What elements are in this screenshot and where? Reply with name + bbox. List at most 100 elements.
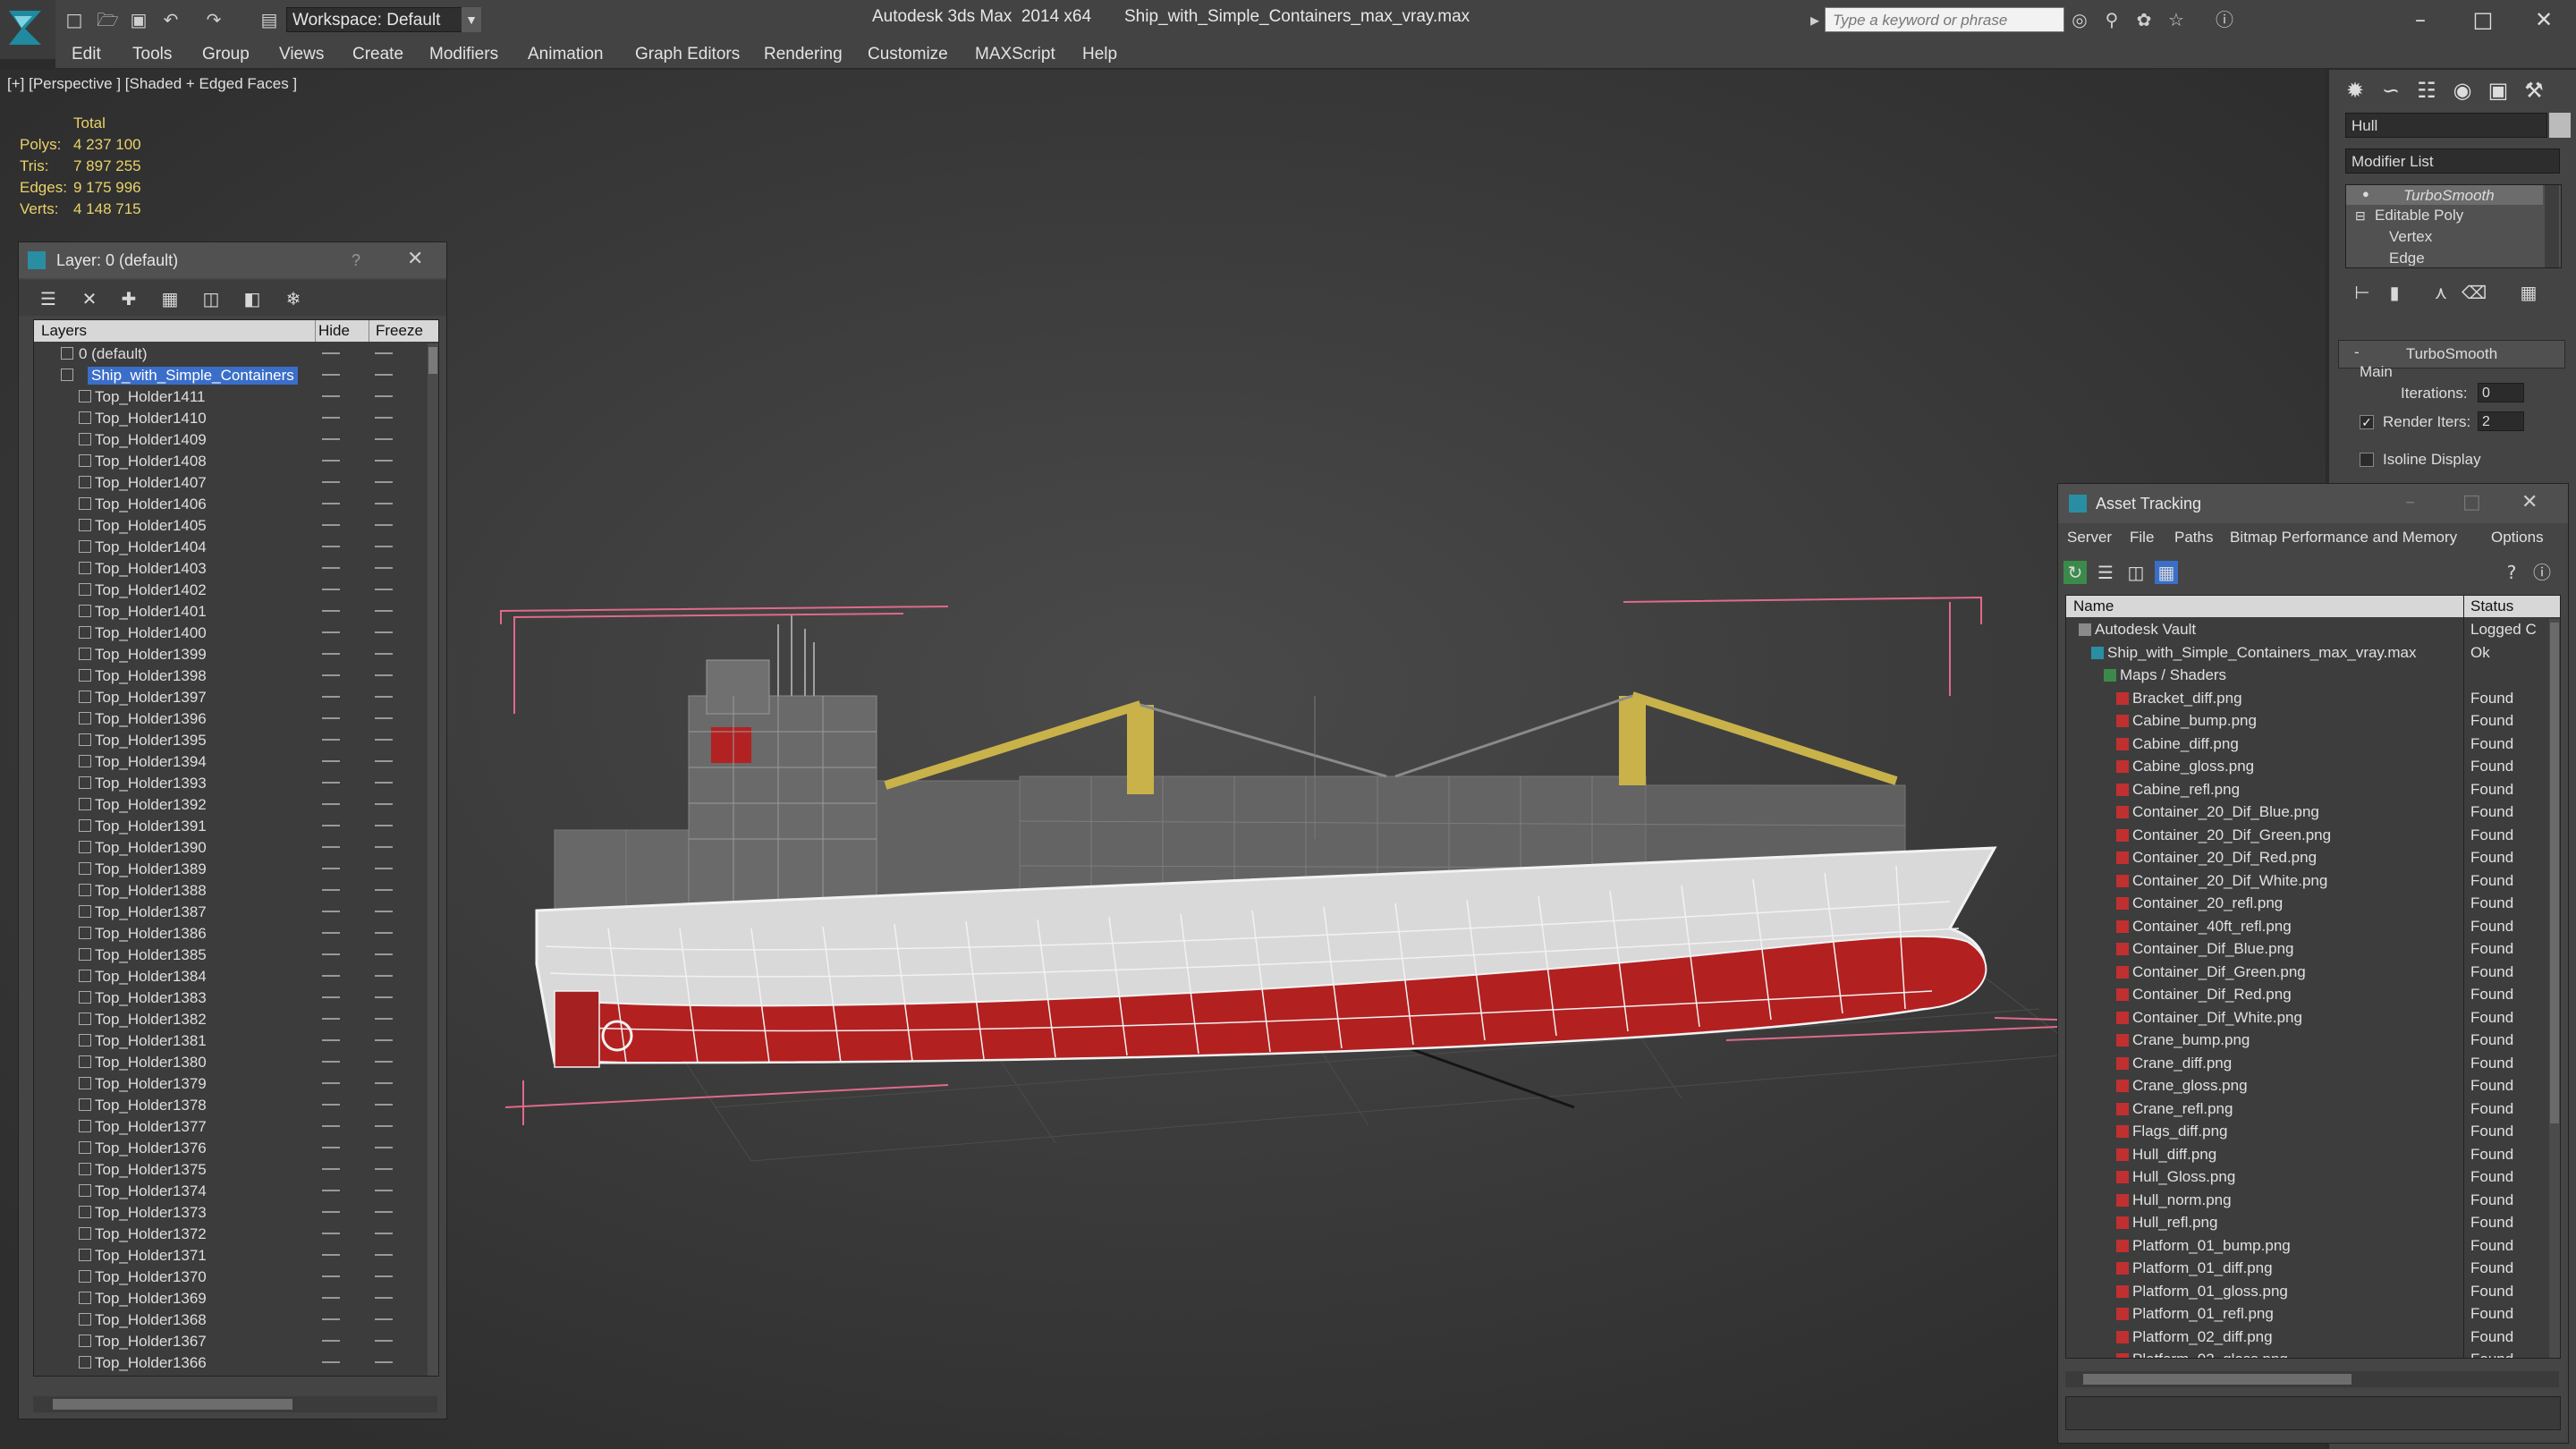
asset-row[interactable]: Flags_diff.png Found	[2066, 1121, 2549, 1144]
freeze-toggle[interactable]	[375, 1254, 393, 1256]
layer-row[interactable]: Top_Holder1377	[34, 1116, 428, 1138]
layer-row[interactable]: Top_Holder1367	[34, 1331, 428, 1352]
hide-toggle[interactable]	[322, 1018, 340, 1020]
layer-row[interactable]: Top_Holder1401	[34, 601, 428, 623]
freeze-toggle[interactable]	[375, 739, 393, 741]
search-input[interactable]: Type a keyword or phrase	[1825, 7, 2064, 32]
asset-row[interactable]: Cabine_bump.png Found	[2066, 710, 2549, 733]
stack-item[interactable]: TurboSmooth	[2403, 187, 2495, 205]
layer-row[interactable]: Top_Holder1402	[34, 580, 428, 601]
layer-row[interactable]: Top_Holder1371	[34, 1245, 428, 1267]
freeze-toggle[interactable]	[375, 996, 393, 998]
hide-toggle[interactable]	[322, 846, 340, 848]
thumbnail-view-icon[interactable]: ◫	[2124, 561, 2148, 584]
asset-row[interactable]: Cabine_gloss.png Found	[2066, 756, 2549, 779]
asset-row[interactable]: Crane_diff.png Found	[2066, 1053, 2549, 1076]
hide-toggle[interactable]	[322, 1211, 340, 1213]
asset-dialog-titlebar[interactable]: Asset Tracking – □ ✕	[2058, 484, 2568, 523]
asset-menu-options[interactable]: Options	[2491, 529, 2544, 547]
new-file-icon[interactable]: □	[64, 10, 84, 30]
lightbulb-icon[interactable]: ●	[2362, 187, 2369, 200]
layer-row[interactable]: Top_Holder1381	[34, 1030, 428, 1052]
hide-toggle[interactable]	[322, 438, 340, 440]
layer-row[interactable]: Top_Holder1382	[34, 1009, 428, 1030]
freeze-toggle[interactable]	[375, 932, 393, 934]
create-tab-icon[interactable]: ✹	[2340, 75, 2370, 106]
menu-create[interactable]: Create	[352, 45, 403, 64]
hide-toggle[interactable]	[322, 825, 340, 826]
close-icon[interactable]: ✕	[2521, 491, 2538, 513]
column-hide[interactable]: Hide	[318, 322, 350, 340]
asset-row[interactable]: Platform_01_diff.png Found	[2066, 1258, 2549, 1281]
help-icon[interactable]: ⓘ	[2215, 10, 2234, 30]
hide-toggle[interactable]	[322, 481, 340, 483]
hide-all-icon[interactable]: ◧	[241, 287, 264, 310]
layer-row[interactable]: Top_Holder1368	[34, 1309, 428, 1331]
asset-menu-bitmap-performance[interactable]: Bitmap Performance and Memory	[2230, 529, 2457, 547]
app-logo-button[interactable]	[0, 0, 55, 59]
hide-toggle[interactable]	[322, 1233, 340, 1234]
layer-row[interactable]: Top_Holder1376	[34, 1138, 428, 1159]
maximize-icon[interactable]: □	[2462, 491, 2481, 513]
info-icon[interactable]: ⓘ	[2530, 561, 2554, 584]
hide-toggle[interactable]	[322, 932, 340, 934]
freeze-toggle[interactable]	[375, 546, 393, 547]
menu-graph-editors[interactable]: Graph Editors	[635, 45, 740, 64]
menu-views[interactable]: Views	[279, 45, 324, 64]
layer-row[interactable]: Top_Holder1389	[34, 859, 428, 880]
remove-modifier-icon[interactable]: ⌫	[2462, 281, 2487, 304]
render-iters-checkbox[interactable]: ✓	[2360, 415, 2374, 429]
hide-toggle[interactable]	[322, 717, 340, 719]
delete-layer-icon[interactable]: ✕	[78, 287, 101, 310]
hide-toggle[interactable]	[322, 417, 340, 419]
hide-toggle[interactable]	[322, 1275, 340, 1277]
asset-row[interactable]: Bracket_diff.png Found	[2066, 688, 2549, 711]
freeze-toggle[interactable]	[375, 352, 393, 354]
freeze-toggle[interactable]	[375, 1147, 393, 1148]
asset-row[interactable]: Cabine_diff.png Found	[2066, 733, 2549, 757]
layers-stack-icon[interactable]: ☰	[37, 287, 60, 310]
hide-toggle[interactable]	[322, 1254, 340, 1256]
layer-row[interactable]: Top_Holder1398	[34, 665, 428, 687]
stack-item[interactable]: Editable Poly	[2375, 207, 2463, 225]
freeze-toggle[interactable]	[375, 1168, 393, 1170]
asset-row[interactable]: Container_Dif_Red.png Found	[2066, 984, 2549, 1007]
close-icon[interactable]: ✕	[407, 248, 423, 270]
hide-toggle[interactable]	[322, 631, 340, 633]
asset-row[interactable]: Platform_01_refl.png Found	[2066, 1303, 2549, 1326]
object-color-swatch[interactable]	[2549, 113, 2571, 138]
project-folder-icon[interactable]: ▤	[259, 10, 279, 30]
freeze-toggle[interactable]	[375, 610, 393, 612]
hide-toggle[interactable]	[322, 782, 340, 784]
menu-modifiers[interactable]: Modifiers	[429, 45, 498, 64]
highlight-layer-icon[interactable]: ◫	[199, 287, 223, 310]
freeze-toggle[interactable]	[375, 846, 393, 848]
hierarchy-tab-icon[interactable]: ☷	[2411, 75, 2442, 106]
binoculars-icon[interactable]: ◎	[2070, 10, 2089, 30]
layer-row[interactable]: Top_Holder1373	[34, 1202, 428, 1224]
asset-row[interactable]: Crane_bump.png Found	[2066, 1030, 2549, 1053]
freeze-toggle[interactable]	[375, 975, 393, 977]
hide-toggle[interactable]	[322, 996, 340, 998]
layer-row[interactable]: Top_Holder1409	[34, 429, 428, 451]
subscription-icon[interactable]: ✿	[2134, 10, 2154, 30]
asset-row[interactable]: Hull_refl.png Found	[2066, 1212, 2549, 1235]
hide-toggle[interactable]	[322, 803, 340, 805]
stack-item[interactable]: Vertex	[2389, 228, 2432, 246]
menu-animation[interactable]: Animation	[528, 45, 604, 64]
asset-row[interactable]: Cabine_refl.png Found	[2066, 779, 2549, 802]
layer-row[interactable]: Top_Holder1392	[34, 794, 428, 816]
hide-toggle[interactable]	[322, 352, 340, 354]
hide-toggle[interactable]	[322, 739, 340, 741]
freeze-toggle[interactable]	[375, 524, 393, 526]
column-status[interactable]: Status	[2470, 597, 2513, 615]
layer-row[interactable]: Top_Holder1395	[34, 730, 428, 751]
add-layer-icon[interactable]: ✚	[117, 287, 140, 310]
layer-row[interactable]: Top_Holder1374	[34, 1181, 428, 1202]
layer-row[interactable]: Top_Holder1383	[34, 987, 428, 1009]
freeze-toggle[interactable]	[375, 674, 393, 676]
freeze-toggle[interactable]	[375, 1104, 393, 1106]
layer-row[interactable]: Top_Holder1370	[34, 1267, 428, 1288]
redo-icon[interactable]: ↷	[204, 10, 224, 30]
freeze-toggle[interactable]	[375, 911, 393, 912]
